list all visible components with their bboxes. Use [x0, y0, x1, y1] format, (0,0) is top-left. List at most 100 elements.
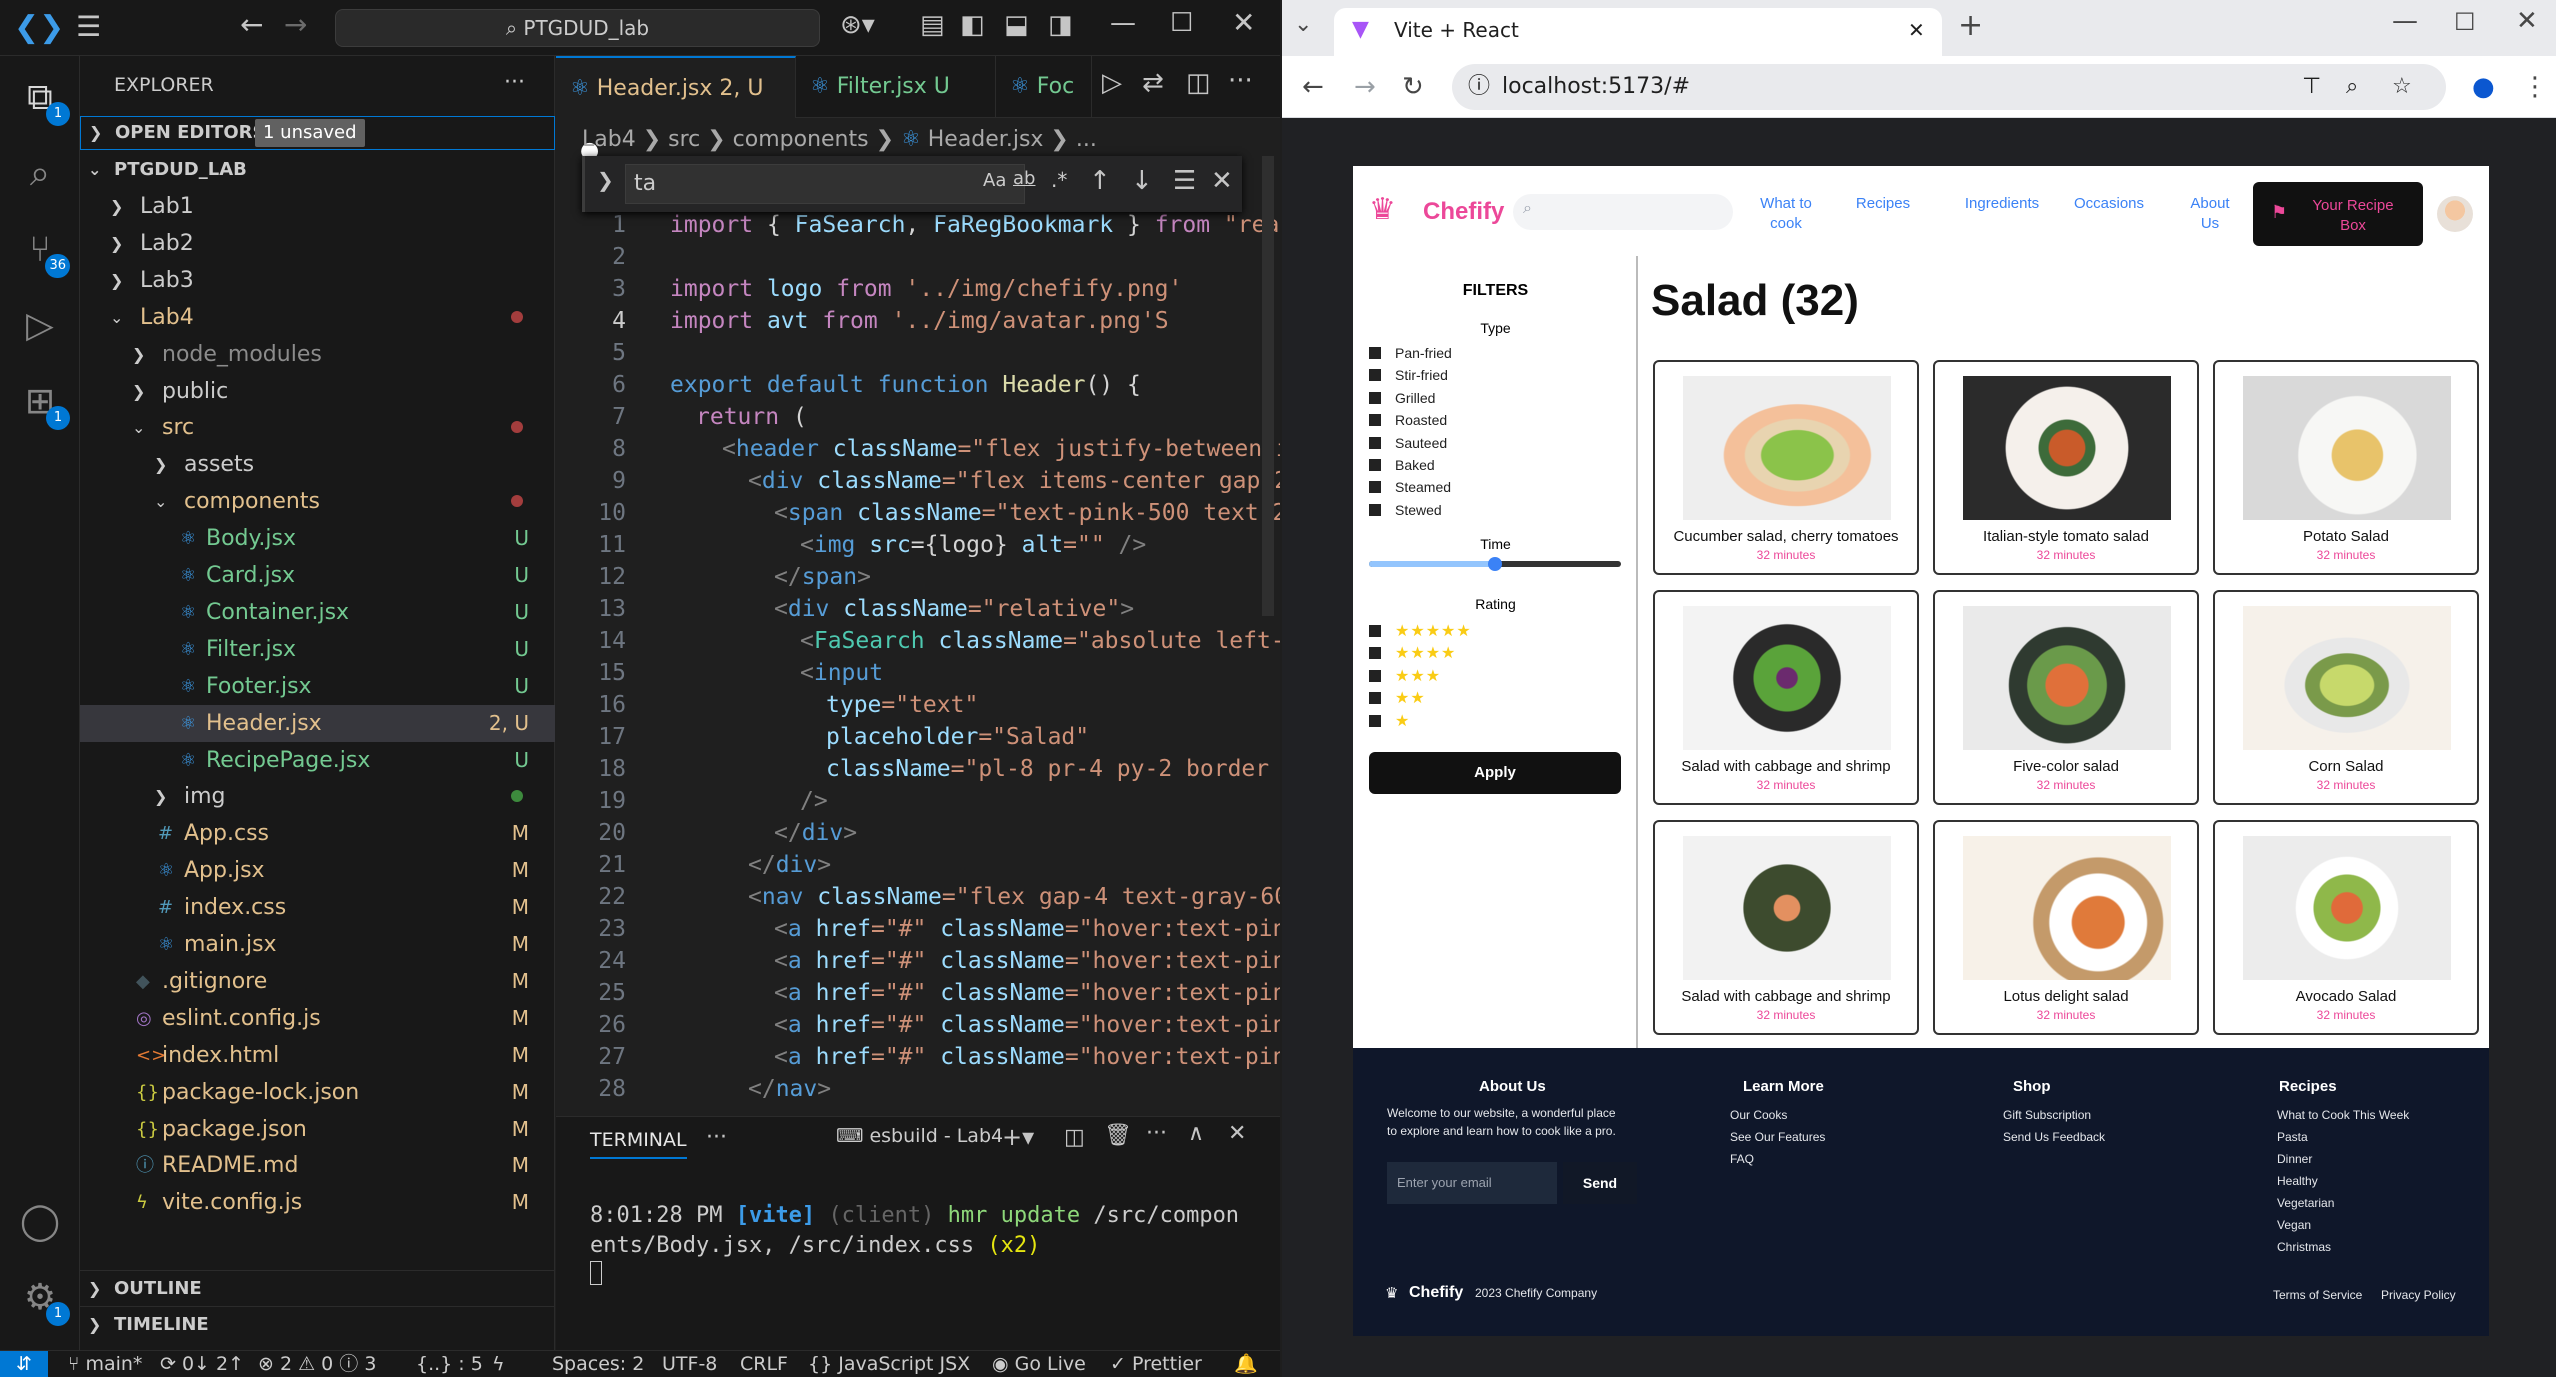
- footer-link[interactable]: What to Cook This Week: [2277, 1104, 2409, 1126]
- time-slider-track[interactable]: [1369, 557, 1621, 571]
- forward-arrow-icon[interactable]: →: [284, 8, 307, 41]
- tree-item[interactable]: ⚛ RecipePage.jsx U: [80, 742, 555, 779]
- address-bar[interactable]: ⓘ localhost:5173/# ⊤ ⌕ ☆: [1452, 64, 2446, 110]
- footer-terms-link[interactable]: Terms of Service: [2273, 1284, 2362, 1306]
- recipe-box-button[interactable]: ⚑ Your Recipe Box: [2253, 182, 2423, 246]
- tab-search-icon[interactable]: ⌄: [1294, 12, 1312, 37]
- indentation-indicator[interactable]: Spaces: 2: [552, 1351, 644, 1377]
- toggle-replace-chevron-icon[interactable]: ❯: [597, 168, 614, 192]
- previous-match-icon[interactable]: ↑: [1089, 166, 1111, 196]
- footer-email-input[interactable]: Enter your email: [1387, 1162, 1557, 1204]
- type-checkbox[interactable]: Baked: [1369, 454, 1435, 476]
- tree-item[interactable]: ⚛ Container.jsx U: [80, 594, 555, 631]
- rating-checkbox[interactable]: ★★★: [1369, 665, 1441, 687]
- footer-link[interactable]: Send Us Feedback: [2003, 1126, 2105, 1148]
- menu-icon[interactable]: ☰: [76, 10, 101, 43]
- type-checkbox[interactable]: Stir-fried: [1369, 364, 1448, 386]
- terminal-tab[interactable]: TERMINAL: [590, 1129, 687, 1159]
- extensions-icon[interactable]: ⊞ 1: [16, 378, 70, 430]
- back-arrow-icon[interactable]: ←: [240, 8, 263, 41]
- command-center-search[interactable]: ⌕ PTGDUD_lab: [335, 9, 820, 47]
- copilot-icon[interactable]: ⊛▾: [840, 10, 875, 40]
- minimize-icon[interactable]: —: [2392, 6, 2418, 36]
- avatar[interactable]: [2437, 196, 2473, 232]
- footer-link[interactable]: Vegetarian: [2277, 1192, 2334, 1214]
- recipe-card[interactable]: Five-color salad 32 minutes: [1933, 590, 2199, 805]
- site-search-input[interactable]: ⌕: [1513, 194, 1733, 230]
- go-live-indicator[interactable]: ◉ Go Live: [992, 1351, 1086, 1377]
- close-tab-icon[interactable]: ✕: [1908, 8, 1925, 52]
- code-editor[interactable]: 1 2 3 4 5 6 7 8 9 10 11 12 13 14 15 16 17 18 19 20 21 22 23 24 2…: [556, 56, 1280, 1116]
- site-info-icon[interactable]: ⓘ: [1468, 64, 1490, 110]
- nav-what-to-cook[interactable]: What to cook: [1751, 194, 1821, 234]
- kill-terminal-icon[interactable]: 🗑: [1104, 1123, 1132, 1148]
- match-whole-word-icon[interactable]: ab: [1013, 168, 1035, 189]
- next-match-icon[interactable]: ↓: [1131, 166, 1153, 196]
- branch-indicator[interactable]: ⑂ main*: [68, 1351, 142, 1377]
- outline-section[interactable]: ❯ OUTLINE: [80, 1270, 555, 1306]
- tree-item[interactable]: ⌄ src: [80, 409, 555, 446]
- minimize-icon[interactable]: —: [1110, 8, 1136, 38]
- tree-item[interactable]: # index.css M: [80, 889, 555, 926]
- brackets-indicator[interactable]: {..} : 5: [416, 1351, 483, 1377]
- recipe-card[interactable]: Italian-style tomato salad 32 minutes: [1933, 360, 2199, 575]
- close-window-icon[interactable]: ✕: [1232, 6, 1255, 39]
- close-find-icon[interactable]: ✕: [1211, 166, 1233, 196]
- maximize-icon[interactable]: ☐: [2454, 8, 2476, 36]
- browser-tab[interactable]: ▼ Vite + React ✕: [1334, 8, 1942, 56]
- tree-item[interactable]: ⚛ main.jsx M: [80, 926, 555, 963]
- type-checkbox[interactable]: Stewed: [1369, 499, 1442, 521]
- footer-link[interactable]: Dinner: [2277, 1148, 2312, 1170]
- tree-item[interactable]: ◎ eslint.config.js M: [80, 1000, 555, 1037]
- recipe-card[interactable]: Corn Salad 32 minutes: [2213, 590, 2479, 805]
- brand-name[interactable]: Chefify: [1423, 198, 1504, 226]
- nav-ingredients[interactable]: Ingredients: [1957, 194, 2047, 214]
- more-actions-icon[interactable]: ···: [1146, 1121, 1167, 1146]
- panel-more-icon[interactable]: ···: [706, 1125, 727, 1150]
- recipe-card[interactable]: Salad with cabbage and shrimp 32 minutes: [1653, 820, 1919, 1035]
- reload-icon[interactable]: ↻: [1402, 56, 1424, 118]
- recipe-card[interactable]: Avocado Salad 32 minutes: [2213, 820, 2479, 1035]
- match-case-icon[interactable]: Aa: [983, 170, 1006, 191]
- terminal-output[interactable]: 8:01:28 PM [vite] (client) hmr update /s…: [590, 1201, 1240, 1294]
- forward-arrow-icon[interactable]: →: [1354, 56, 1376, 118]
- footer-link[interactable]: FAQ: [1730, 1148, 1754, 1170]
- type-checkbox[interactable]: Pan-fried: [1369, 342, 1452, 364]
- time-slider-thumb[interactable]: [1488, 557, 1502, 571]
- editor-scrollbar[interactable]: [1262, 156, 1274, 616]
- explorer-icon[interactable]: ⧉ 1: [16, 74, 70, 126]
- recipe-card[interactable]: Salad with cabbage and shrimp 32 minutes: [1653, 590, 1919, 805]
- new-tab-icon[interactable]: +: [1958, 8, 1983, 43]
- close-window-icon[interactable]: ✕: [2516, 6, 2538, 36]
- footer-link[interactable]: Vegan: [2277, 1214, 2311, 1236]
- run-debug-icon[interactable]: ▷: [16, 302, 64, 350]
- open-editors-section[interactable]: ❯ OPEN EDITORS 1 unsaved: [80, 116, 555, 150]
- language-indicator[interactable]: {} JavaScript JSX: [808, 1351, 970, 1377]
- footer-link[interactable]: Christmas: [2277, 1236, 2331, 1258]
- sync-indicator[interactable]: ⟳ 0↓ 2↑: [160, 1351, 244, 1377]
- menu-kebab-icon[interactable]: ⋮: [2522, 56, 2548, 118]
- translate-icon[interactable]: ⊤: [2302, 64, 2321, 110]
- recipe-card[interactable]: Lotus delight salad 32 minutes: [1933, 820, 2199, 1035]
- recipe-card[interactable]: Potato Salad 32 minutes: [2213, 360, 2479, 575]
- type-checkbox[interactable]: Sauteed: [1369, 432, 1447, 454]
- find-in-selection-icon[interactable]: ☰: [1173, 166, 1196, 196]
- type-checkbox[interactable]: Grilled: [1369, 387, 1435, 409]
- tree-item[interactable]: ⚛ Card.jsx U: [80, 557, 555, 594]
- back-arrow-icon[interactable]: ←: [1302, 56, 1324, 118]
- lightning-icon[interactable]: ϟ: [492, 1351, 505, 1377]
- tree-item[interactable]: ◆ .gitignore M: [80, 963, 555, 1000]
- maximize-panel-icon[interactable]: ∧: [1188, 1121, 1204, 1146]
- notifications-bell-icon[interactable]: 🔔: [1234, 1351, 1258, 1377]
- type-checkbox[interactable]: Steamed: [1369, 476, 1451, 498]
- rating-checkbox[interactable]: ★★: [1369, 687, 1426, 709]
- tree-item[interactable]: {} package-lock.json M: [80, 1074, 555, 1111]
- problems-indicator[interactable]: ⊗ 2 ⚠ 0 ⓘ 3: [258, 1351, 376, 1377]
- eol-indicator[interactable]: CRLF: [740, 1351, 788, 1377]
- terminal-instance[interactable]: ⌨ esbuild - Lab4: [836, 1125, 1003, 1147]
- footer-send-button[interactable]: Send: [1563, 1162, 1637, 1204]
- bookmark-star-icon[interactable]: ☆: [2392, 64, 2412, 110]
- footer-link[interactable]: See Our Features: [1730, 1126, 1825, 1148]
- search-icon[interactable]: ⌕: [16, 150, 64, 198]
- customize-layout-icon[interactable]: ▤: [920, 10, 945, 40]
